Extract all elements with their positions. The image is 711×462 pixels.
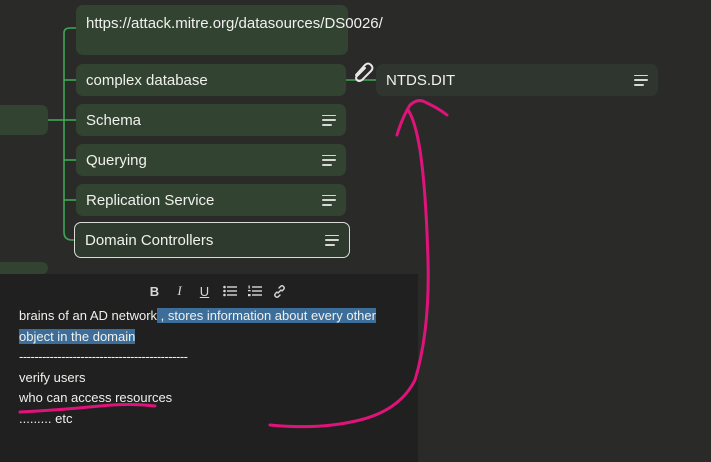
pen-annotation <box>18 99 449 429</box>
mind-map-canvas[interactable]: https://attack.mitre.org/datasources/DS0… <box>0 0 711 462</box>
